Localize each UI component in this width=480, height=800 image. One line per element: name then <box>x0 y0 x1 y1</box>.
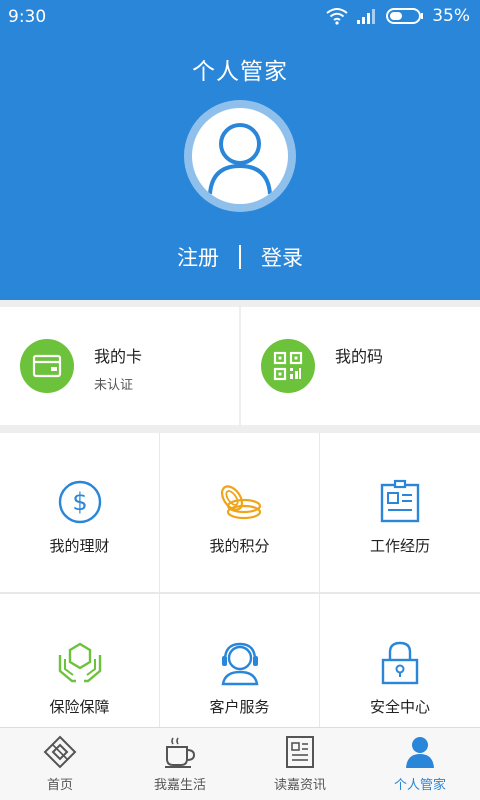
signal-icon <box>356 7 378 25</box>
nav-label: 首页 <box>46 778 73 793</box>
status-time: 9:30 <box>8 7 47 27</box>
grid-item-security[interactable]: 安全中心 <box>320 594 480 727</box>
qr-code-icon <box>261 339 315 393</box>
my-card-tile[interactable]: 我的卡 未认证 <box>0 307 239 425</box>
grid-item-label: 我的积分 <box>209 537 270 555</box>
nav-label: 读嘉资讯 <box>273 778 326 793</box>
dollar-icon: $ <box>55 477 105 527</box>
nav-item-home[interactable]: 首页 <box>0 728 120 800</box>
id-badge-icon <box>375 477 425 527</box>
grid-item-label: 保险保障 <box>49 698 110 716</box>
grid-item-label: 客户服务 <box>209 698 270 716</box>
feature-grid: $ 我的理财 我的积分 工作经历 保险保障 客户服务 安全中心 <box>0 433 480 727</box>
grid-item-finance[interactable]: $ 我的理财 <box>0 433 159 592</box>
my-code-tile[interactable]: 我的码 <box>241 307 480 425</box>
grid-item-points[interactable]: 我的积分 <box>160 433 319 592</box>
nav-label: 我嘉生活 <box>153 778 206 793</box>
insurance-icon <box>55 638 105 688</box>
user-avatar-icon <box>208 123 272 195</box>
bottom-nav: 首页 我嘉生活 读嘉资讯 个人管家 <box>0 727 480 800</box>
status-indicators: 35% <box>326 6 470 26</box>
auth-links: 注册 登录 <box>0 242 480 272</box>
my-card-label: 我的卡 <box>94 347 143 366</box>
card-row: 我的卡 未认证 我的码 <box>0 307 480 425</box>
newspaper-icon <box>282 734 318 770</box>
grid-item-insurance[interactable]: 保险保障 <box>0 594 159 727</box>
card-icon <box>20 339 74 393</box>
page-title: 个人管家 <box>192 59 288 85</box>
nav-item-news[interactable]: 读嘉资讯 <box>240 728 360 800</box>
home-diamond-icon <box>42 734 78 770</box>
grid-item-label: 工作经历 <box>369 537 430 555</box>
nav-item-life[interactable]: 我嘉生活 <box>120 728 240 800</box>
grid-item-label: 我的理财 <box>49 537 110 555</box>
lock-icon <box>375 638 425 688</box>
nav-label: 个人管家 <box>393 778 446 793</box>
wifi-icon <box>326 7 348 25</box>
grid-item-work-history[interactable]: 工作经历 <box>320 433 480 592</box>
nav-item-profile[interactable]: 个人管家 <box>360 728 480 800</box>
grid-item-label: 安全中心 <box>369 698 430 716</box>
my-card-status: 未认证 <box>94 378 134 393</box>
customer-service-icon <box>215 638 265 688</box>
grid-item-customer-service[interactable]: 客户服务 <box>160 594 319 727</box>
battery-percent: 35% <box>432 6 470 26</box>
register-button[interactable]: 注册 <box>157 242 239 272</box>
svg-text:$: $ <box>72 488 87 516</box>
my-code-label: 我的码 <box>335 347 384 366</box>
battery-icon <box>386 7 424 25</box>
login-button[interactable]: 登录 <box>241 242 323 272</box>
avatar[interactable] <box>184 100 296 212</box>
status-bar: 9:30 35% <box>0 0 480 34</box>
person-icon <box>402 734 438 770</box>
avatar-inner <box>192 108 288 204</box>
coffee-cup-icon <box>162 734 198 770</box>
profile-header: 9:30 35% 个人管家 注册 登录 <box>0 0 480 300</box>
coins-icon <box>215 477 265 527</box>
